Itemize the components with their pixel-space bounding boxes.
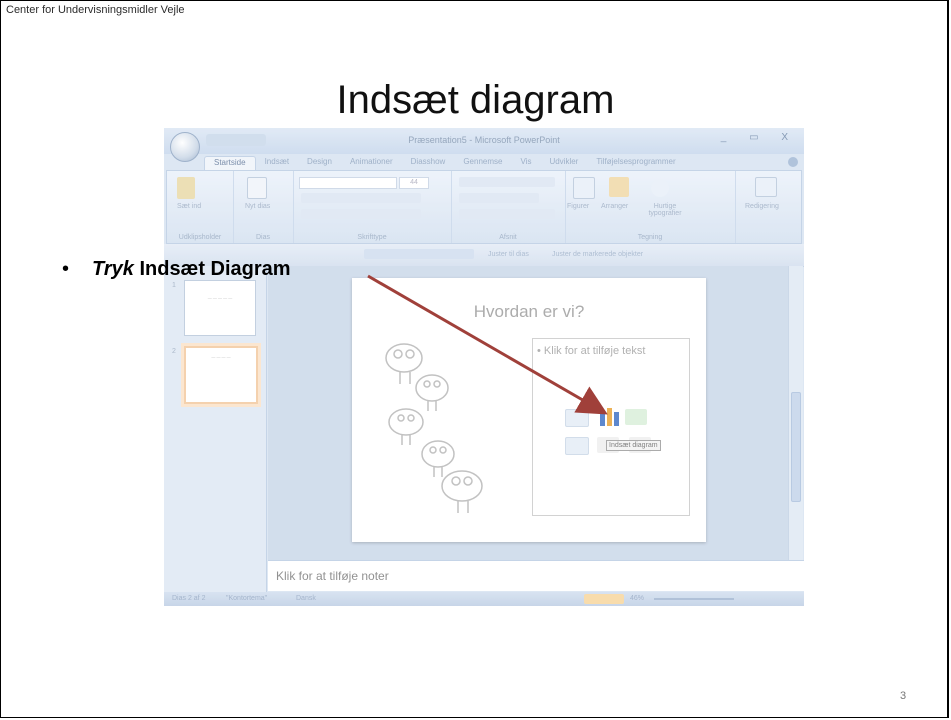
current-slide[interactable]: Hvordan er vi? • Klik for at tilføje tek… [352,278,706,542]
new-slide-label[interactable]: Nyt dias [245,203,270,210]
insert-chart-icon[interactable] [598,406,622,426]
arrange-label[interactable]: Arranger [601,203,628,210]
paste-icon[interactable] [177,177,195,199]
content-placeholder-text[interactable]: • Klik for at tilføje tekst [537,345,645,357]
align-selected-objects-checkbox[interactable]: Juster de markerede objekter [552,251,643,258]
help-icon[interactable] [788,157,798,167]
tab-udvikler[interactable]: Udvikler [540,156,587,170]
group-paragraph: Afsnit [451,171,566,243]
slide-position: Dias 2 af 2 [172,595,206,602]
instruction-verb: Tryk [92,258,134,280]
group-font: 44 Skrifttype [293,171,452,243]
indent-buttons[interactable] [459,193,539,203]
ribbon-tabs: Startside Indsæt Design Animationer Dias… [204,156,685,170]
powerpoint-screenshot: Præsentation5 - Microsoft PowerPoint _ ▭… [164,128,804,606]
group-label-font: Skrifttype [357,234,387,241]
slide-title-placeholder[interactable]: Hvordan er vi? [352,302,706,322]
tab-startside[interactable]: Startside [204,156,256,170]
theme-name: "Kontortema" [226,595,268,602]
insert-smartart-icon[interactable] [625,409,647,425]
arrange-icon[interactable] [609,177,629,197]
page-title: Indsæt diagram [336,78,615,122]
list-buttons[interactable] [459,177,555,187]
font-format-buttons[interactable] [301,193,421,203]
page-number: 3 [900,690,907,702]
notes-pane[interactable]: Klik for at tilføje noter [268,560,804,591]
insert-chart-tooltip: Indsæt diagram [606,440,661,451]
tab-diasshow[interactable]: Diasshow [402,156,455,170]
slide-thumbnail-2[interactable]: — — — — [184,346,258,404]
editing-label[interactable]: Redigering [745,203,779,210]
shapes-label[interactable]: Figurer [567,203,589,210]
tab-vis[interactable]: Vis [511,156,540,170]
align-to-slide-checkbox[interactable]: Juster til dias [488,251,529,258]
zoom-slider[interactable] [654,598,734,600]
group-label-drawing: Tegning [637,234,663,241]
shapes-icon[interactable] [573,177,595,199]
find-icon[interactable] [755,177,777,197]
tab-design[interactable]: Design [298,156,341,170]
format-toolbar-buttons[interactable] [364,249,474,259]
view-buttons[interactable] [584,594,624,604]
slides-pane: 1 — — — — — 2 — — — — [164,266,267,592]
thumbnail-title: — — — — — [207,295,233,300]
thumbnail-number: 1 [172,282,176,289]
thumbnail-title: — — — — [211,354,231,359]
group-label-paragraph: Afsnit [499,234,517,241]
quick-styles-label[interactable]: Hurtige typografier [645,203,685,217]
organization-label: Center for Undervisningsmidler Vejle [6,4,185,16]
vertical-scrollbar[interactable] [788,266,803,560]
window-title: Præsentation5 - Microsoft PowerPoint [408,135,560,145]
language[interactable]: Dansk [296,595,316,602]
instruction-bullet: • Tryk Indsæt Diagram [62,258,291,281]
tab-indsaet[interactable]: Indsæt [256,156,298,170]
new-slide-icon[interactable] [247,177,267,199]
office-button-icon[interactable] [170,132,200,162]
ribbon: Sæt ind Udklipsholder Nyt dias Dias 44 S… [166,170,802,244]
font-size-field[interactable]: 44 [399,177,429,189]
insert-picture-icon[interactable] [565,437,589,455]
tab-gennemse[interactable]: Gennemse [454,156,511,170]
paste-button-label[interactable]: Sæt ind [177,203,201,210]
status-bar: Dias 2 af 2 "Kontortema" Dansk 46% [164,592,804,606]
group-editing: Redigering [735,171,801,243]
insert-table-icon[interactable] [565,409,589,427]
slide-thumbnail-1[interactable]: — — — — — [184,280,256,336]
window-titlebar: Præsentation5 - Microsoft PowerPoint _ ▭… [164,128,804,154]
group-clipboard: Sæt ind Udklipsholder [167,171,234,243]
tab-tilfoejelsesprogrammer[interactable]: Tilføjelsesprogrammer [587,156,684,170]
notes-placeholder[interactable]: Klik for at tilføje noter [276,569,389,583]
group-label-slides: Dias [255,234,270,241]
window-controls[interactable]: _ ▭ X [721,132,798,143]
scrollbar-thumb[interactable] [791,392,801,502]
font-color-buttons[interactable] [301,209,421,219]
content-placeholder[interactable]: • Klik for at tilføje tekst [532,338,690,516]
alignment-buttons[interactable] [459,209,555,219]
quick-styles-icon[interactable] [651,179,669,197]
cartoon-figures-image [385,343,483,513]
tab-animationer[interactable]: Animationer [341,156,402,170]
slide-editing-area: Hvordan er vi? • Klik for at tilføje tek… [268,266,788,560]
group-slides: Nyt dias Dias [233,171,294,243]
bullet-dot: • [62,258,70,280]
instruction-target: Indsæt Diagram [133,258,291,280]
group-drawing: Figurer Arranger Hurtige typografier Teg… [565,171,736,243]
group-label-clipboard: Udklipsholder [178,234,222,241]
zoom-level[interactable]: 46% [630,595,644,602]
thumbnail-number: 2 [172,348,176,355]
font-name-field[interactable] [299,177,397,189]
